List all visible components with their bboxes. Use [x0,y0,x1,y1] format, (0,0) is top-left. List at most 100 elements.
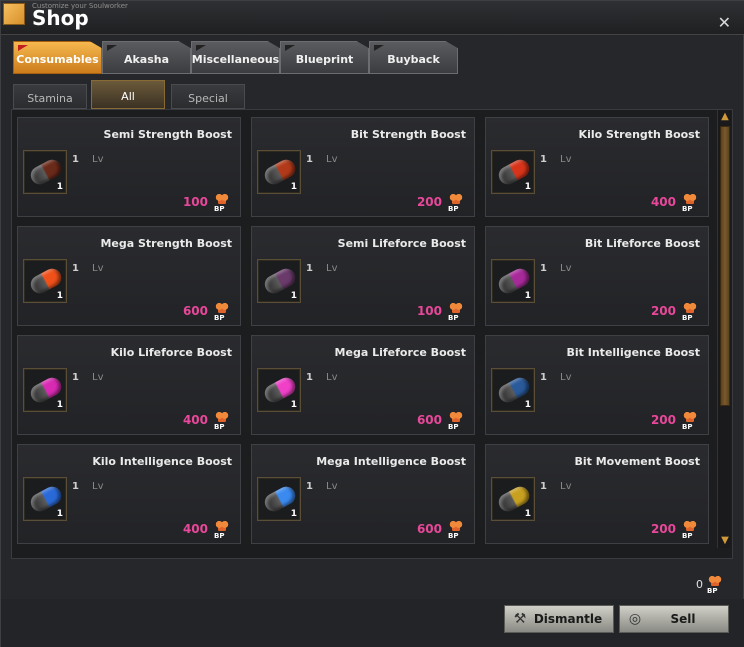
item-level: 1 [540,372,547,383]
item-level: 1 [72,263,79,274]
item-slot[interactable]: 1 [257,477,301,521]
bp-currency-icon: BP [212,411,232,431]
sell-label: Sell [670,612,696,626]
scroll-down-icon[interactable]: ▼ [719,534,731,548]
tab-consumables[interactable]: Consumables [13,41,102,74]
level-label: Lv [92,372,104,383]
item-card[interactable]: Bit Lifeforce Boost 1 1 Lv 200 BP [485,226,709,326]
item-level: 1 [72,372,79,383]
tab-flag-icon [374,45,384,51]
shop-logo-icon [3,3,25,25]
balance-value: 0 [696,578,703,591]
item-price: 200 [650,304,676,318]
item-slot[interactable]: 1 [23,259,67,303]
level-label: Lv [326,263,338,274]
item-quantity: 1 [290,400,297,410]
item-name: Kilo Strength Boost [578,128,700,141]
item-name: Bit Intelligence Boost [566,346,700,359]
item-card[interactable]: Semi Strength Boost 1 1 Lv 100 BP [17,117,241,217]
item-level: 1 [540,154,547,165]
item-level: 1 [72,481,79,492]
level-label: Lv [326,154,338,165]
item-card[interactable]: Bit Intelligence Boost 1 1 Lv 200 BP [485,335,709,435]
dismantle-button[interactable]: ⚒ Dismantle [504,605,614,633]
window-title: Shop [32,6,89,30]
bp-balance: 0 BP [667,573,727,595]
subtab-special[interactable]: Special [171,84,245,109]
item-slot[interactable]: 1 [257,368,301,412]
item-price: 200 [650,522,676,536]
item-slot[interactable]: 1 [257,150,301,194]
bp-currency-icon: BP [680,193,700,213]
item-quantity: 1 [524,509,531,519]
bp-currency-icon: BP [446,520,466,540]
item-slot[interactable]: 1 [23,150,67,194]
item-quantity: 1 [56,509,63,519]
sell-button[interactable]: ◎ Sell [619,605,729,633]
item-name: Mega Lifeforce Boost [334,346,466,359]
tab-akasha[interactable]: Akasha [102,41,191,74]
level-label: Lv [326,481,338,492]
item-level: 1 [540,263,547,274]
item-level: 1 [540,481,547,492]
item-name: Bit Lifeforce Boost [584,237,700,250]
bp-currency-icon: BP [212,302,232,322]
item-name: Mega Strength Boost [100,237,232,250]
item-name: Semi Lifeforce Boost [337,237,466,250]
tab-label: Miscellaneous [191,53,280,66]
item-card[interactable]: Semi Lifeforce Boost 1 1 Lv 100 BP [251,226,475,326]
item-name: Mega Intelligence Boost [316,455,466,468]
level-label: Lv [560,481,572,492]
item-price: 400 [182,522,208,536]
item-card[interactable]: Bit Strength Boost 1 1 Lv 200 BP [251,117,475,217]
tab-flag-icon [196,45,206,51]
bp-currency-icon: BP [446,411,466,431]
tab-label: Blueprint [295,53,354,66]
item-slot[interactable]: 1 [491,368,535,412]
item-slot[interactable]: 1 [257,259,301,303]
item-price: 600 [416,522,442,536]
coins-icon: ◎ [628,611,642,627]
item-slot[interactable]: 1 [491,259,535,303]
tab-buyback[interactable]: Buyback [369,41,458,74]
tab-flag-icon [18,45,28,51]
item-name: Kilo Lifeforce Boost [110,346,232,359]
item-card[interactable]: Kilo Strength Boost 1 1 Lv 400 BP [485,117,709,217]
item-quantity: 1 [524,182,531,192]
item-slot[interactable]: 1 [23,477,67,521]
title-bar[interactable]: Customize your Soulworker Shop ✕ [1,1,744,35]
item-card[interactable]: Mega Strength Boost 1 1 Lv 600 BP [17,226,241,326]
tab-label: Akasha [123,53,170,66]
scrollbar[interactable]: ▲ ▼ [717,110,731,548]
item-card[interactable]: Bit Movement Boost 1 1 Lv 200 BP [485,444,709,544]
item-slot[interactable]: 1 [491,150,535,194]
bp-currency-icon: BP [446,193,466,213]
item-name: Bit Strength Boost [350,128,466,141]
item-card[interactable]: Kilo Lifeforce Boost 1 1 Lv 400 BP [17,335,241,435]
scroll-thumb[interactable] [720,126,730,406]
item-card[interactable]: Mega Intelligence Boost 1 1 Lv 600 BP [251,444,475,544]
tab-blueprint[interactable]: Blueprint [280,41,369,74]
item-card[interactable]: Mega Lifeforce Boost 1 1 Lv 600 BP [251,335,475,435]
item-slot[interactable]: 1 [491,477,535,521]
tab-flag-icon [107,45,117,51]
level-label: Lv [92,263,104,274]
item-name: Kilo Intelligence Boost [92,455,232,468]
bp-currency-icon: BP [212,193,232,213]
close-icon[interactable]: ✕ [718,13,731,32]
item-price: 200 [416,195,442,209]
tab-miscellaneous[interactable]: Miscellaneous [191,41,280,74]
item-price: 100 [416,304,442,318]
bp-currency-icon: BP [680,411,700,431]
item-price: 100 [182,195,208,209]
subtab-stamina[interactable]: Stamina [13,84,87,109]
item-price: 400 [182,413,208,427]
tab-label: Buyback [387,53,440,66]
scroll-up-icon[interactable]: ▲ [719,110,731,124]
level-label: Lv [326,372,338,383]
item-card[interactable]: Kilo Intelligence Boost 1 1 Lv 400 BP [17,444,241,544]
item-slot[interactable]: 1 [23,368,67,412]
level-label: Lv [92,481,104,492]
item-price: 600 [182,304,208,318]
subtab-all[interactable]: All [91,80,165,109]
